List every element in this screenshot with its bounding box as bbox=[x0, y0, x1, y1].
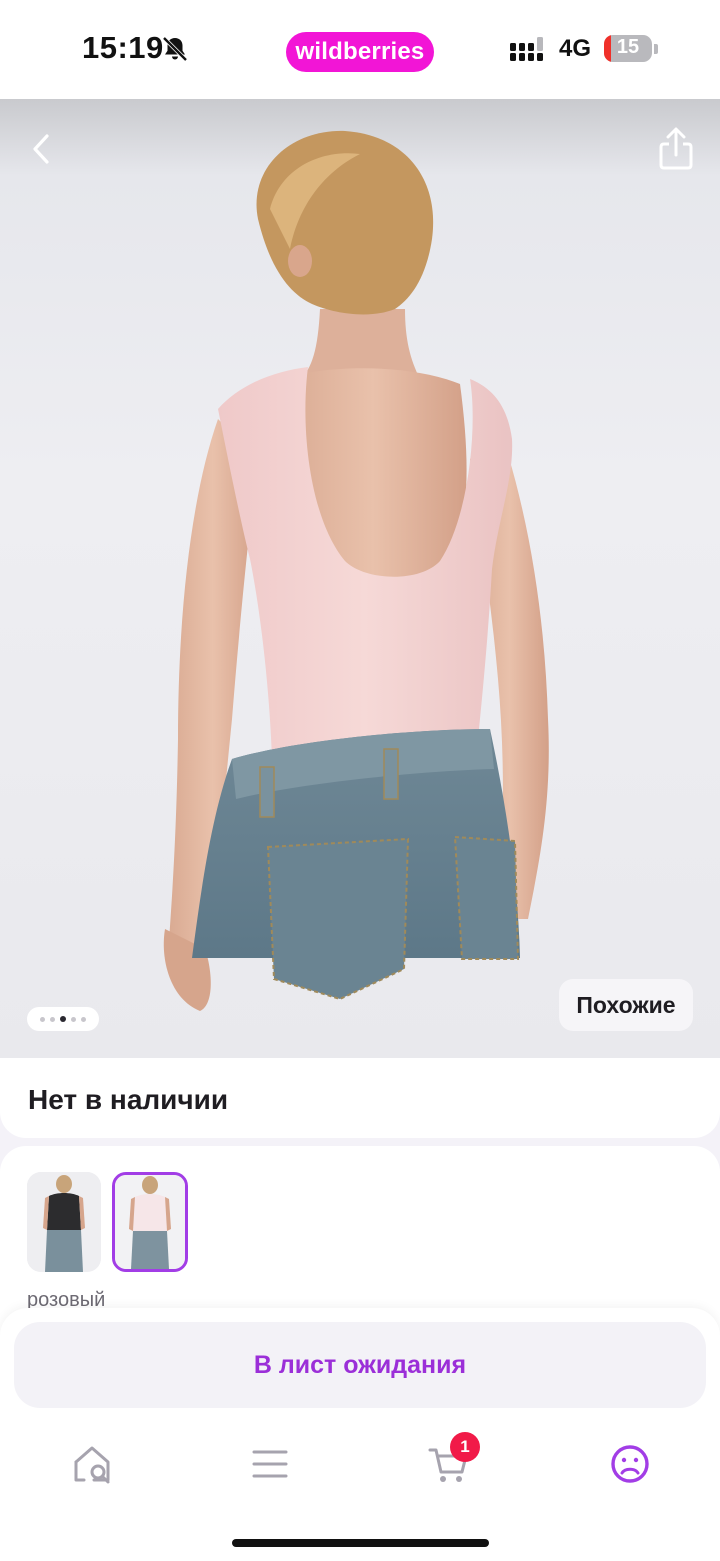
bell-off-icon bbox=[160, 34, 190, 64]
color-thumbnail-black[interactable] bbox=[27, 1172, 101, 1272]
carousel-indicator bbox=[27, 1007, 99, 1031]
color-thumbnail-pink[interactable] bbox=[112, 1172, 188, 1272]
nav-profile[interactable] bbox=[602, 1436, 658, 1492]
nav-home[interactable] bbox=[64, 1436, 120, 1492]
nav-catalog[interactable] bbox=[242, 1436, 298, 1492]
black-variant-image bbox=[27, 1172, 101, 1272]
share-icon bbox=[659, 127, 693, 170]
brand-name: wildberries bbox=[295, 38, 425, 65]
home-search-icon bbox=[74, 1446, 110, 1484]
brand-logo: wildberries bbox=[286, 32, 434, 72]
carousel-dot bbox=[50, 1016, 55, 1022]
carousel-dot bbox=[81, 1016, 86, 1022]
battery-tip bbox=[654, 44, 658, 54]
carousel-dot bbox=[71, 1016, 76, 1022]
availability-card: Нет в наличии bbox=[0, 1058, 720, 1138]
product-photo-carousel[interactable]: Похожие bbox=[0, 99, 720, 1058]
home-indicator bbox=[232, 1539, 489, 1547]
carousel-dot-active bbox=[60, 1016, 66, 1022]
status-bar: 15:19 wildberries 4G 15 bbox=[0, 0, 720, 99]
catalog-icon bbox=[252, 1450, 288, 1478]
status-time: 15:19 bbox=[82, 30, 164, 65]
waitlist-label: В лист ожидания bbox=[253, 1350, 467, 1379]
carousel-dot bbox=[40, 1016, 45, 1022]
nav-cart[interactable]: 1 bbox=[420, 1432, 480, 1492]
signal-icon bbox=[510, 37, 550, 63]
back-button[interactable] bbox=[18, 125, 66, 173]
pink-variant-image bbox=[115, 1175, 185, 1269]
similar-label: Похожие bbox=[576, 991, 676, 1018]
battery-icon: 15 bbox=[604, 35, 652, 62]
similar-button[interactable]: Похожие bbox=[559, 979, 693, 1031]
bottom-navigation: 1 bbox=[0, 1432, 720, 1492]
back-arrow-icon bbox=[33, 134, 49, 164]
availability-status: Нет в наличии bbox=[28, 1084, 229, 1115]
waitlist-button[interactable]: В лист ожидания bbox=[14, 1322, 706, 1408]
bottom-action-sheet: В лист ожидания 1 bbox=[0, 1308, 720, 1561]
cart-count-badge: 1 bbox=[450, 1432, 480, 1462]
product-photo bbox=[163, 130, 549, 1011]
profile-icon bbox=[611, 1445, 649, 1483]
battery-level: 15 bbox=[616, 36, 640, 58]
share-button[interactable] bbox=[652, 125, 700, 173]
network-type: 4G bbox=[559, 35, 592, 62]
